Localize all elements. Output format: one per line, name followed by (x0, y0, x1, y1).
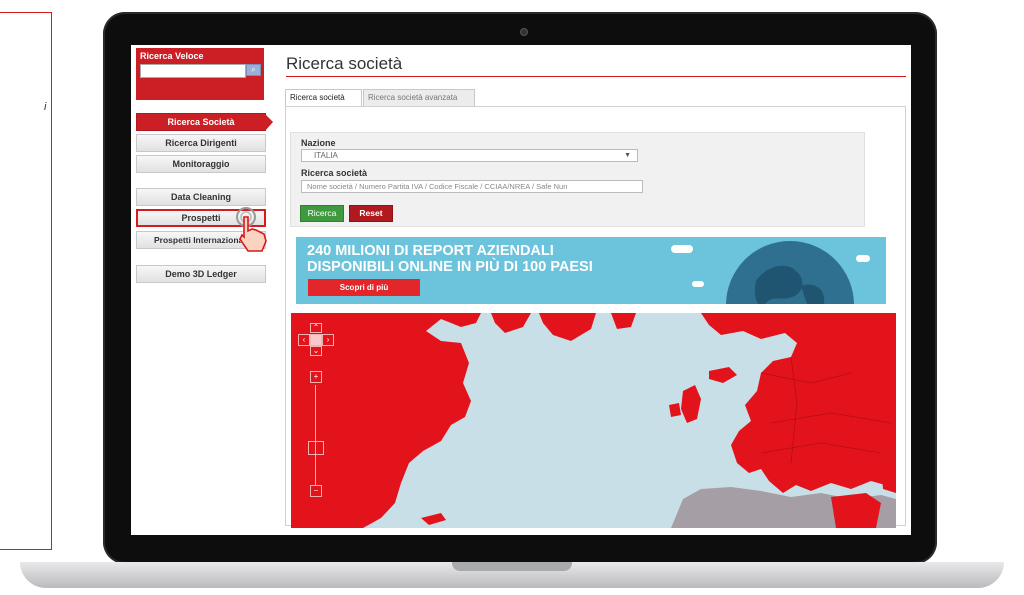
sidebar: Ricerca Veloce ⌕ Ricerca Società Ricerca… (131, 45, 273, 535)
quick-search-input[interactable] (140, 64, 246, 78)
learn-more-button[interactable]: Scopri di più (308, 279, 420, 296)
ricerca-societa-label: Ricerca società (301, 168, 368, 178)
zoom-slider-track[interactable] (315, 385, 316, 485)
main-content: Ricerca società Ricerca società Ricerca … (276, 45, 906, 535)
tab-ricerca-societa-avanzata[interactable]: Ricerca società avanzata (363, 89, 475, 107)
world-map[interactable] (291, 313, 896, 528)
pointer-hand-icon (236, 207, 267, 252)
sidebar-item-demo-3d-ledger[interactable]: Demo 3D Ledger (136, 265, 266, 283)
sidebar-item-ricerca-dirigenti[interactable]: Ricerca Dirigenti (136, 134, 266, 152)
search-button[interactable]: Ricerca (300, 205, 344, 222)
zoom-slider-handle[interactable] (308, 441, 324, 455)
cloud-shape (671, 245, 693, 253)
pan-up-icon[interactable]: ⌃ (310, 323, 322, 333)
banner-headline-2: DISPONIBILI ONLINE IN PIÙ DI 100 PAESI (307, 259, 593, 275)
camera-icon (520, 28, 528, 36)
search-form: Nazione ITALIA ▼ Ricerca società Nome so… (290, 132, 865, 227)
map-controls: ⌃ ‹ › ⌄ + − (298, 323, 334, 503)
company-search-input[interactable]: Nome società / Numero Partita IVA / Codi… (301, 180, 643, 193)
nazione-label: Nazione (301, 138, 336, 148)
map-graphic (291, 313, 896, 528)
promo-banner[interactable]: 240 MILIONI DI REPORT AZIENDALI DISPONIB… (296, 237, 886, 304)
quick-search-title: Ricerca Veloce (140, 51, 204, 61)
nazione-value: ITALIA (314, 151, 338, 160)
sidebar-item-ricerca-societa[interactable]: Ricerca Società (136, 113, 273, 131)
tab-ricerca-societa[interactable]: Ricerca società (285, 89, 362, 107)
left-callout-panel: i (0, 12, 52, 550)
globe-icon (726, 241, 854, 304)
cloud-shape (856, 255, 870, 262)
search-icon[interactable]: ⌕ (246, 64, 261, 76)
zoom-in-icon[interactable]: + (310, 371, 322, 383)
banner-headline-1: 240 MILIONI DI REPORT AZIENDALI (307, 243, 554, 259)
nazione-select[interactable]: ITALIA ▼ (301, 149, 638, 162)
pan-down-icon[interactable]: ⌄ (310, 346, 322, 356)
callout-text-fragment: i (44, 101, 47, 113)
cloud-shape (692, 281, 704, 287)
pan-icon[interactable] (310, 334, 322, 346)
reset-button[interactable]: Reset (349, 205, 393, 222)
pan-right-icon[interactable]: › (322, 334, 334, 346)
sidebar-item-monitoraggio[interactable]: Monitoraggio (136, 155, 266, 173)
title-divider (286, 76, 906, 77)
sidebar-item-data-cleaning[interactable]: Data Cleaning (136, 188, 266, 206)
quick-search-box: Ricerca Veloce ⌕ (136, 48, 264, 100)
pan-left-icon[interactable]: ‹ (298, 334, 310, 346)
zoom-out-icon[interactable]: − (310, 485, 322, 497)
dropdown-arrow-icon: ▼ (624, 152, 631, 159)
screen: Ricerca Veloce ⌕ Ricerca Società Ricerca… (131, 45, 911, 535)
page-title: Ricerca società (286, 54, 403, 73)
laptop-notch (452, 562, 572, 571)
